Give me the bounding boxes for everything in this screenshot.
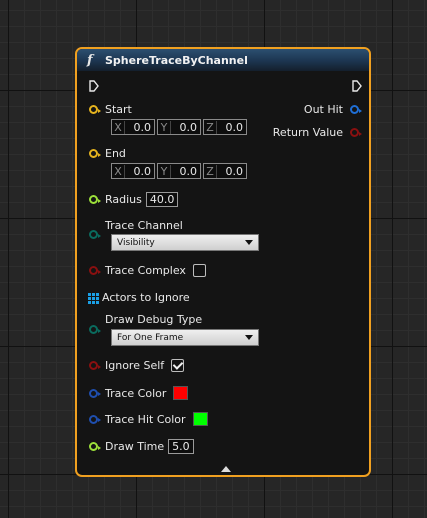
draw-debug-type-pin-row	[89, 325, 101, 334]
draw-time-label: Draw Time	[105, 440, 165, 453]
trace-color-row: Trace Color	[89, 386, 189, 400]
start-pin[interactable]	[89, 105, 101, 114]
start-label-row: Start	[105, 103, 132, 116]
actors-to-ignore-label: Actors to Ignore	[102, 291, 190, 304]
draw-debug-type-label: Draw Debug Type	[105, 313, 203, 326]
trace-complex-row: Trace Complex	[89, 264, 206, 277]
radius-pin[interactable]	[89, 195, 101, 204]
start-z-field[interactable]: Z 0.0	[203, 119, 247, 135]
y-axis-label: Y	[158, 120, 171, 134]
array-icon[interactable]	[88, 292, 99, 304]
trace-hit-color-row: Trace Hit Color	[89, 412, 208, 426]
start-label: Start	[105, 103, 132, 116]
draw-debug-type-pin[interactable]	[89, 325, 101, 334]
return-value-pin[interactable]	[350, 128, 362, 137]
ignore-self-label: Ignore Self	[105, 359, 165, 372]
collapse-arrow-icon[interactable]	[221, 465, 231, 473]
trace-complex-pin[interactable]	[89, 266, 101, 275]
radius-input[interactable]: 40.0	[145, 192, 179, 207]
end-x-value[interactable]: 0.0	[125, 165, 154, 178]
trace-color-pin[interactable]	[89, 388, 101, 398]
ignore-self-checkbox[interactable]	[171, 359, 185, 372]
ignore-self-pin[interactable]	[89, 361, 101, 370]
trace-channel-value: Visibility	[117, 237, 155, 248]
trace-color-label: Trace Color	[105, 386, 167, 400]
out-hit-pin[interactable]	[350, 105, 362, 114]
trace-hit-color-pin[interactable]	[89, 414, 101, 424]
exec-in-icon[interactable]	[89, 80, 99, 92]
x-axis-label: X	[112, 120, 125, 134]
end-z-field[interactable]: Z 0.0	[203, 163, 247, 179]
trace-complex-label: Trace Complex	[105, 264, 186, 277]
trace-hit-color-label: Trace Hit Color	[105, 412, 186, 426]
trace-channel-pin-row	[89, 230, 101, 239]
draw-time-input[interactable]: 5.0	[168, 439, 194, 454]
start-vector: X 0.0 Y 0.0 Z 0.0	[111, 119, 247, 135]
node-header[interactable]: f SphereTraceByChannel	[77, 49, 369, 71]
end-pin-row	[89, 149, 101, 158]
end-y-value[interactable]: 0.0	[171, 165, 200, 178]
out-hit-label: Out Hit	[303, 103, 343, 116]
exec-out-icon[interactable]	[352, 80, 362, 92]
draw-debug-type-value: For One Frame	[117, 332, 184, 343]
radius-row: Radius 40.0	[89, 192, 179, 207]
z-axis-label: Z	[204, 164, 217, 178]
node-title: SphereTraceByChannel	[105, 53, 248, 67]
draw-time-pin[interactable]	[89, 442, 101, 451]
trace-color-swatch[interactable]	[173, 386, 189, 400]
radius-label: Radius	[105, 193, 142, 206]
sphere-trace-by-channel-node[interactable]: f SphereTraceByChannel Start X 0.0 Y 0.0…	[75, 47, 371, 477]
start-x-field[interactable]: X 0.0	[111, 119, 155, 135]
checkmark-icon	[172, 359, 184, 370]
draw-debug-type-label-row: Draw Debug Type	[105, 313, 202, 326]
trace-complex-checkbox[interactable]	[192, 264, 206, 277]
draw-debug-type-dropdown[interactable]: For One Frame	[111, 329, 259, 346]
ignore-self-row: Ignore Self	[89, 359, 185, 372]
start-y-value[interactable]: 0.0	[171, 121, 200, 134]
chevron-down-icon	[245, 240, 253, 245]
start-x-value[interactable]: 0.0	[125, 121, 154, 134]
draw-time-row: Draw Time 5.0	[89, 439, 194, 454]
end-label: End	[105, 147, 126, 160]
end-vector: X 0.0 Y 0.0 Z 0.0	[111, 163, 247, 179]
trace-channel-label-row: Trace Channel	[105, 219, 183, 232]
return-value-label: Return Value	[272, 126, 343, 139]
out-hit-row: Out Hit	[303, 103, 362, 116]
function-icon: f	[87, 52, 93, 68]
start-pin-row	[89, 105, 101, 114]
trace-hit-color-swatch[interactable]	[192, 412, 208, 426]
y-axis-label: Y	[158, 164, 171, 178]
actors-to-ignore-row: Actors to Ignore	[88, 291, 190, 304]
start-z-value[interactable]: 0.0	[217, 121, 246, 134]
x-axis-label: X	[112, 164, 125, 178]
start-y-field[interactable]: Y 0.0	[157, 119, 201, 135]
end-z-value[interactable]: 0.0	[217, 165, 246, 178]
end-y-field[interactable]: Y 0.0	[157, 163, 201, 179]
end-x-field[interactable]: X 0.0	[111, 163, 155, 179]
trace-channel-pin[interactable]	[89, 230, 101, 239]
chevron-down-icon	[245, 335, 253, 340]
return-value-row: Return Value	[272, 126, 362, 139]
end-pin[interactable]	[89, 149, 101, 158]
trace-channel-label: Trace Channel	[105, 219, 183, 232]
trace-channel-dropdown[interactable]: Visibility	[111, 234, 259, 251]
end-label-row: End	[105, 147, 126, 160]
z-axis-label: Z	[204, 120, 217, 134]
